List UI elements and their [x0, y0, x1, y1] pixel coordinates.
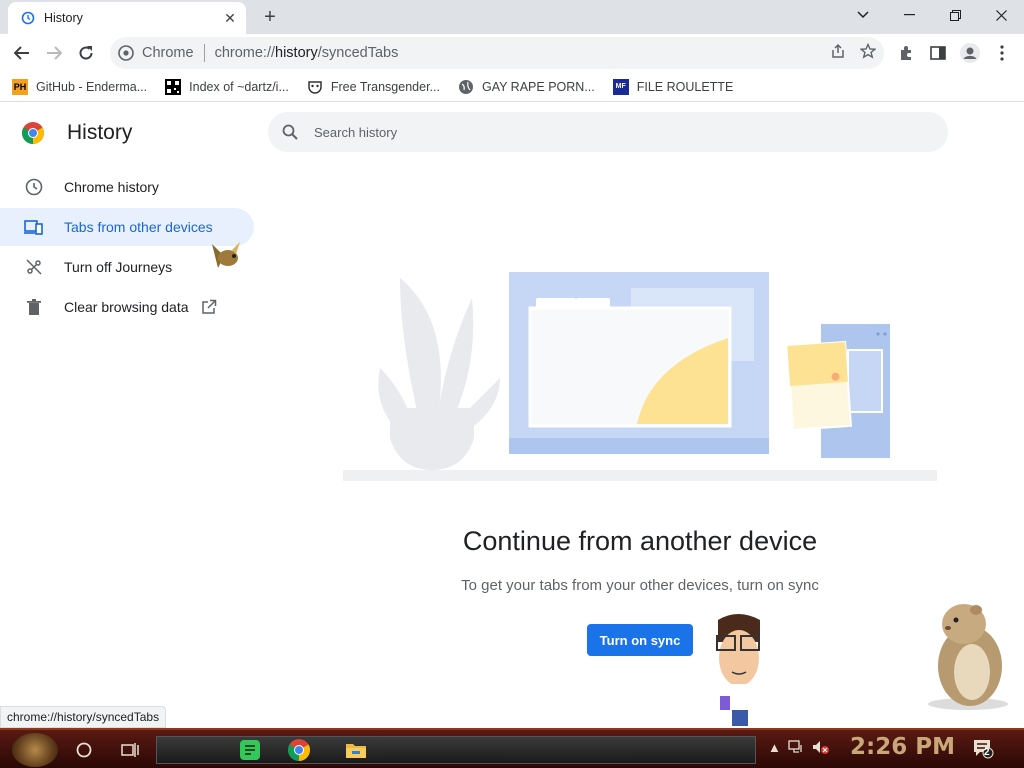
clock-icon [24, 177, 44, 197]
sidebar-item-label: Clear browsing data [64, 299, 189, 315]
ph-icon: PH [12, 78, 28, 95]
history-icon [20, 10, 36, 26]
reload-button[interactable] [72, 39, 100, 67]
omnibox-divider [203, 44, 205, 62]
journeys-off-icon [24, 257, 44, 277]
network-icon[interactable] [788, 740, 804, 757]
side-panel-icon[interactable] [926, 41, 950, 65]
bookmark-item[interactable]: Index of ~dartz/i... [165, 78, 289, 95]
toolbar: Chrome chrome://history/syncedTabs [0, 34, 1024, 72]
empty-state-description: To get your tabs from your other devices… [461, 577, 819, 594]
turn-on-sync-button[interactable]: Turn on sync [587, 624, 693, 656]
bird-sprite-icon [208, 238, 242, 279]
page-title: History [67, 121, 133, 144]
profile-avatar[interactable] [958, 41, 982, 65]
open-in-new-icon [201, 299, 217, 315]
sidebar-item-label: Turn off Journeys [64, 259, 173, 275]
mask-icon [307, 79, 323, 95]
volume-muted-icon[interactable] [812, 740, 830, 757]
cartoon-character-sprite [712, 612, 768, 733]
share-icon[interactable] [830, 43, 846, 63]
bookmark-item[interactable]: MF FILE ROULETTE [612, 78, 733, 95]
site-label: Chrome [142, 45, 194, 61]
search-bar[interactable] [268, 112, 948, 152]
tab-strip: History ✕ + [0, 0, 1024, 34]
start-button[interactable] [12, 733, 58, 767]
site-info[interactable]: Chrome [118, 45, 194, 61]
mf-icon: MF [612, 78, 629, 95]
sidebar-header: History [22, 121, 132, 145]
search-circle-icon[interactable] [68, 734, 100, 766]
forward-button[interactable] [40, 39, 68, 67]
url-text: chrome://history/syncedTabs [214, 45, 399, 61]
notes-app-icon[interactable] [234, 734, 266, 766]
search-icon [280, 122, 300, 142]
qr-icon [165, 78, 182, 95]
notifications-icon[interactable]: 2 [972, 737, 994, 762]
notification-count-badge: 2 [984, 747, 990, 758]
search-input[interactable] [314, 124, 914, 140]
bookmark-item[interactable]: Free Transgender... [307, 79, 440, 95]
new-tab-button[interactable]: + [258, 5, 282, 29]
bookmark-item[interactable]: PH GitHub - Enderma... [12, 78, 147, 95]
tab-close-icon[interactable]: ✕ [222, 10, 238, 26]
back-button[interactable] [8, 39, 36, 67]
chrome-logo-icon [22, 122, 44, 144]
empty-state-headline: Continue from another device [462, 526, 818, 556]
bookmark-item[interactable]: GAY RAPE PORN... [458, 79, 595, 95]
devices-icon [24, 217, 44, 237]
restore-button[interactable] [932, 0, 978, 30]
status-bubble: chrome://history/syncedTabs [0, 706, 167, 728]
globe-icon [458, 79, 474, 95]
chrome-icon [118, 45, 134, 61]
sync-illustration [340, 268, 940, 486]
sidebar-item-label: Chrome history [64, 179, 159, 195]
chrome-taskbar-icon[interactable] [283, 734, 315, 766]
tab-title: History [44, 11, 83, 25]
tab-search-chevron-icon[interactable] [840, 0, 886, 30]
address-bar[interactable]: Chrome chrome://history/syncedTabs [110, 37, 884, 69]
sidebar-item-label: Tabs from other devices [64, 219, 213, 235]
file-explorer-icon[interactable] [340, 734, 372, 766]
extensions-icon[interactable] [894, 41, 918, 65]
task-view-icon[interactable] [114, 734, 146, 766]
hamster-sprite [922, 600, 1012, 717]
tab-history[interactable]: History ✕ [8, 2, 246, 34]
minimize-button[interactable] [886, 0, 932, 30]
sidebar-item-clear-browsing-data[interactable]: Clear browsing data [0, 288, 254, 326]
bookmark-star-icon[interactable] [859, 42, 877, 63]
sidebar-item-chrome-history[interactable]: Chrome history [0, 168, 254, 206]
close-window-button[interactable] [978, 0, 1024, 30]
sidebar: History Chrome history Tabs from other d… [0, 103, 262, 723]
bookmarks-bar: PH GitHub - Enderma... Index of ~dartz/i… [0, 72, 1024, 102]
taskbar: ▲ 2:26 PM 2 [0, 728, 1024, 768]
taskbar-clock[interactable]: 2:26 PM [850, 734, 955, 760]
trash-icon [24, 297, 44, 317]
tray-chevron-icon[interactable]: ▲ [768, 740, 781, 755]
more-menu-icon[interactable] [990, 41, 1014, 65]
